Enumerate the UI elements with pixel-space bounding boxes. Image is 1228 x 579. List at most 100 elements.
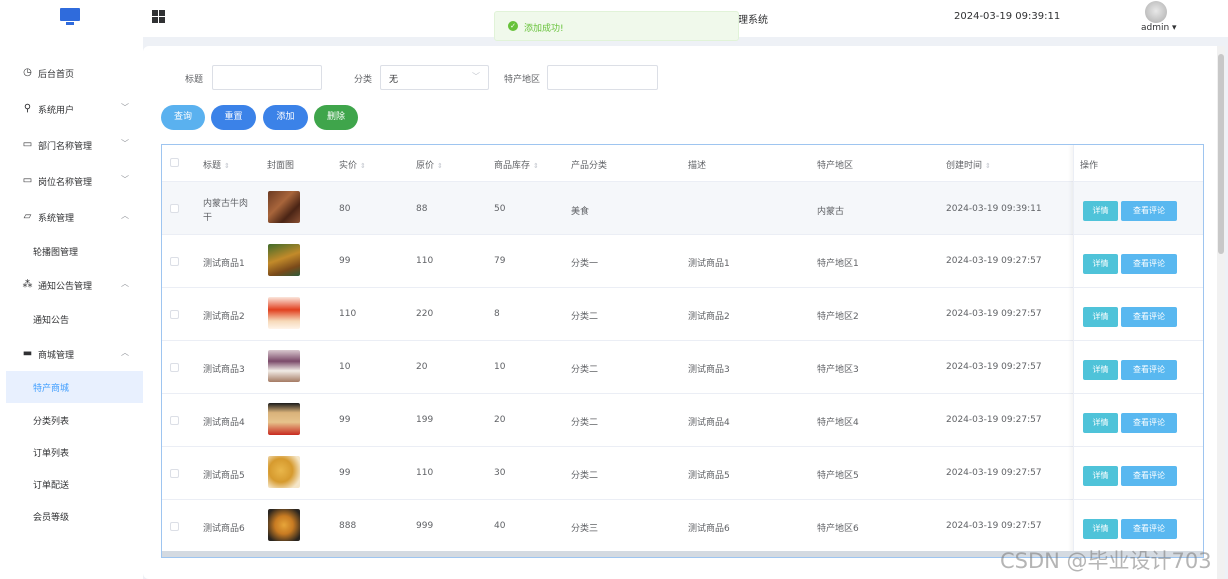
cell-region: 特产地区5 xyxy=(817,471,859,481)
cell-price: 99 xyxy=(339,256,351,266)
col-title[interactable]: 标题 ⇕ xyxy=(203,158,230,171)
sidebar-item-label: 岗位名称管理 xyxy=(38,178,93,188)
table-row: 测试商品1 99 110 79 分类一 测试商品1 特产地区1 2024-03-… xyxy=(162,235,1203,288)
cell-region: 特产地区3 xyxy=(817,365,859,375)
col-original-price[interactable]: 原价 ⇕ xyxy=(416,158,443,171)
col-price[interactable]: 实价 ⇕ xyxy=(339,158,366,171)
cell-category: 分类二 xyxy=(571,365,599,375)
cell-title: 测试商品2 xyxy=(203,312,245,322)
cell-created-time: 2024-03-19 09:27:57 xyxy=(946,468,1042,478)
cell-region: 特产地区4 xyxy=(817,418,859,428)
col-description: 描述 xyxy=(688,161,707,171)
cell-stock: 40 xyxy=(494,521,506,531)
vertical-scrollbar[interactable] xyxy=(1217,46,1225,579)
main-content: 标题 分类 无 ﹀ 特产地区 查询 重置 添加 删除 标题 ⇕ 封面图 实价 ⇕ 原… xyxy=(143,46,1225,579)
cell-price: 110 xyxy=(339,309,357,319)
chevron-down-icon: ﹀ xyxy=(121,139,129,148)
check-circle-icon: ✓ xyxy=(508,21,518,31)
cell-title: 测试商品4 xyxy=(203,418,245,428)
cell-description: 测试商品1 xyxy=(688,259,730,269)
sidebar-item-notice[interactable]: 通知公告 xyxy=(0,303,143,335)
success-toast: ✓ 添加成功! xyxy=(494,11,739,41)
cover-image[interactable] xyxy=(268,456,300,488)
cell-description: 测试商品2 xyxy=(688,312,730,322)
system-title: 理系统 xyxy=(738,15,768,26)
product-table: 标题 ⇕ 封面图 实价 ⇕ 原价 ⇕ 商品库存 ⇕ 产品分类 描述 特产地区 创建时间 ⇕… xyxy=(161,144,1204,558)
sidebar-item-label: 订单列表 xyxy=(33,449,70,459)
row-checkbox[interactable] xyxy=(170,257,179,266)
sidebar-item-order-delivery[interactable]: 订单配送 xyxy=(0,468,143,500)
sidebar-item-system-management[interactable]: ▱ 系统管理 ︿ xyxy=(0,201,143,233)
user-menu[interactable]: admin ▾ xyxy=(1141,23,1177,33)
sidebar-item-system-users[interactable]: ⚲ 系统用户 ﹀ xyxy=(0,93,143,125)
cell-category: 分类二 xyxy=(571,471,599,481)
cover-image[interactable] xyxy=(268,191,300,223)
apps-grid-icon[interactable] xyxy=(152,10,165,23)
cover-image[interactable] xyxy=(268,350,300,382)
sidebar-item-mall-management[interactable]: ▬ 商城管理 ︿ xyxy=(0,338,143,370)
delete-button[interactable]: 删除 xyxy=(314,105,358,130)
cell-region: 特产地区2 xyxy=(817,312,859,322)
title-input[interactable] xyxy=(212,65,322,90)
card-icon: ▭ xyxy=(22,175,33,186)
sidebar-item-carousel[interactable]: 轮播图管理 xyxy=(0,235,143,267)
sidebar-item-specialty-mall[interactable]: 特产商城 xyxy=(6,371,143,403)
cell-region: 特产地区1 xyxy=(817,259,859,269)
monitor-logo-icon xyxy=(60,8,80,26)
cover-image[interactable] xyxy=(268,509,300,541)
sidebar-item-order-list[interactable]: 订单列表 xyxy=(0,436,143,468)
row-checkbox[interactable] xyxy=(170,310,179,319)
cell-price: 99 xyxy=(339,415,351,425)
avatar[interactable] xyxy=(1145,1,1167,23)
add-button[interactable]: 添加 xyxy=(263,105,308,130)
row-checkbox[interactable] xyxy=(170,363,179,372)
row-checkbox[interactable] xyxy=(170,522,179,531)
chair-icon: ▬ xyxy=(22,348,33,359)
col-stock[interactable]: 商品库存 ⇕ xyxy=(494,158,539,171)
col-created-time[interactable]: 创建时间 ⇕ xyxy=(946,158,991,171)
cell-category: 分类一 xyxy=(571,259,599,269)
sidebar-item-label: 商城管理 xyxy=(38,351,75,361)
cell-original-price: 110 xyxy=(416,468,434,478)
cover-image[interactable] xyxy=(268,244,300,276)
query-button[interactable]: 查询 xyxy=(161,105,205,130)
category-select[interactable]: 无 ﹀ xyxy=(380,65,489,90)
sidebar-item-member-level[interactable]: 会员等级 xyxy=(0,500,143,532)
table-row: 测试商品3 10 20 10 分类二 测试商品3 特产地区3 2024-03-1… xyxy=(162,341,1203,394)
sidebar-item-position[interactable]: ▭ 岗位名称管理 ﹀ xyxy=(0,165,143,197)
category-label: 分类 xyxy=(354,75,373,85)
sidebar-item-department[interactable]: ▭ 部门名称管理 ﹀ xyxy=(0,129,143,161)
toast-message: 添加成功! xyxy=(524,24,564,34)
row-checkbox[interactable] xyxy=(170,469,179,478)
cell-price: 10 xyxy=(339,362,351,372)
row-checkbox[interactable] xyxy=(170,204,179,213)
select-all-checkbox[interactable] xyxy=(170,158,179,167)
sidebar-item-label: 分类列表 xyxy=(33,417,70,427)
folder-icon: ▱ xyxy=(23,211,32,222)
reset-button[interactable]: 重置 xyxy=(211,105,256,130)
table-row: 测试商品4 99 199 20 分类二 测试商品4 特产地区4 2024-03-… xyxy=(162,394,1203,447)
cell-price: 888 xyxy=(339,521,357,531)
col-region: 特产地区 xyxy=(817,161,854,171)
cell-created-time: 2024-03-19 09:27:57 xyxy=(946,521,1042,531)
row-checkbox[interactable] xyxy=(170,416,179,425)
sidebar-item-home[interactable]: ◷ 后台首页 xyxy=(0,57,143,89)
table-row: 测试商品2 110 220 8 分类二 测试商品2 特产地区2 2024-03-… xyxy=(162,288,1203,341)
sidebar-item-label: 通知公告 xyxy=(33,316,70,326)
col-category: 产品分类 xyxy=(571,161,608,171)
table-header: 标题 ⇕ 封面图 实价 ⇕ 原价 ⇕ 商品库存 ⇕ 产品分类 描述 特产地区 创建时间 ⇕… xyxy=(162,145,1203,182)
clock-icon: ◷ xyxy=(23,67,32,78)
table-row: 测试商品5 99 110 30 分类二 测试商品5 特产地区5 2024-03-… xyxy=(162,447,1203,500)
cell-original-price: 110 xyxy=(416,256,434,266)
current-datetime: 2024-03-19 09:39:11 xyxy=(954,11,1061,22)
cell-description: 测试商品3 xyxy=(688,365,730,375)
sidebar-item-category-list[interactable]: 分类列表 xyxy=(0,404,143,436)
cover-image[interactable] xyxy=(268,297,300,329)
cover-image[interactable] xyxy=(268,403,300,435)
sidebar-item-notice-management[interactable]: ⁂ 通知公告管理 ︿ xyxy=(0,269,143,301)
sidebar-item-label: 特产商城 xyxy=(33,384,70,394)
cell-description: 测试商品5 xyxy=(688,471,730,481)
watermark: CSDN @毕业设计703 xyxy=(1000,549,1212,573)
region-input[interactable] xyxy=(547,65,658,90)
cell-stock: 8 xyxy=(494,309,500,319)
